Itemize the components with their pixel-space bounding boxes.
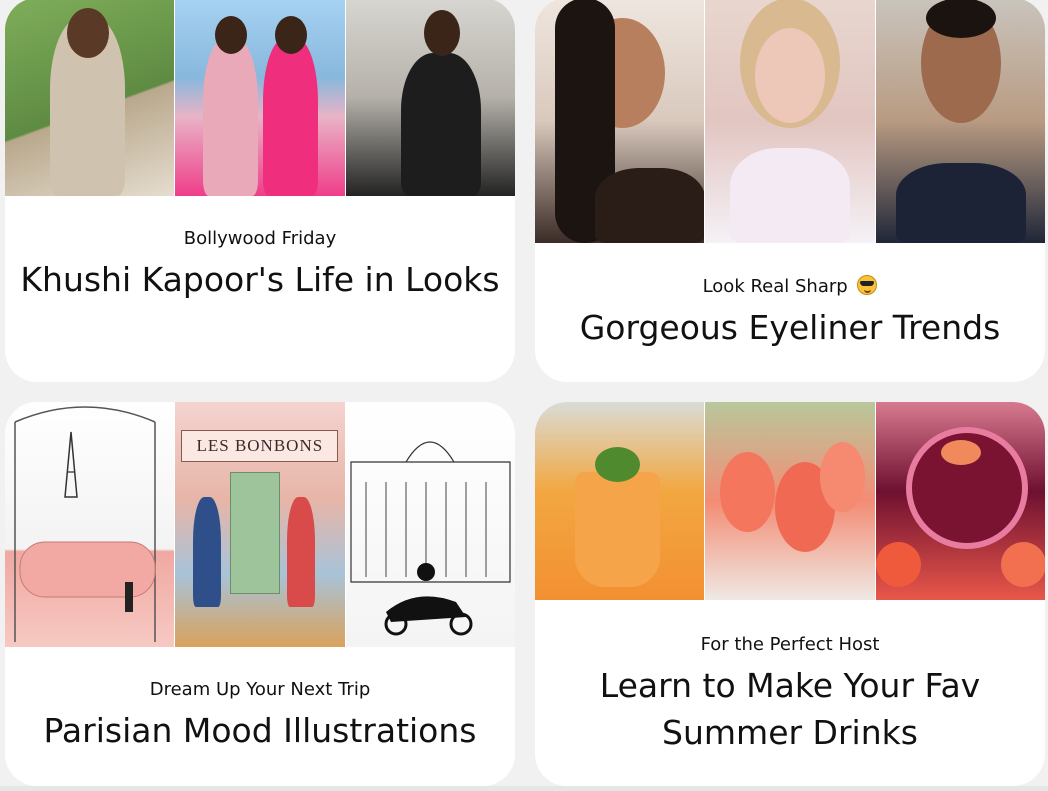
photo-outdoor-portrait (5, 0, 175, 196)
card-title[interactable]: Parisian Mood Illustrations (5, 707, 515, 754)
card-title[interactable]: Gorgeous Eyeliner Trends (535, 304, 1045, 351)
card-text: Look Real Sharp Gorgeous Eyeliner Trends (535, 275, 1045, 351)
sunglasses-emoji-icon (857, 275, 878, 295)
card-eyebrow: Bollywood Friday (183, 228, 337, 249)
card-title[interactable]: Learn to Make Your Fav Summer Drinks (535, 662, 1045, 756)
photo-blonde-portrait (705, 0, 875, 243)
card-title[interactable]: Khushi Kapoor's Life in Looks (5, 256, 515, 303)
opera-house-icon (350, 441, 511, 636)
photo-braided-portrait (535, 0, 705, 243)
illustration-bathtub-eiffel (5, 402, 175, 647)
card-eyebrow: Look Real Sharp (535, 275, 1045, 298)
pin-card-eyeliner-trends[interactable]: Look Real Sharp Gorgeous Eyeliner Trends (535, 0, 1045, 382)
card-text: Bollywood Friday Khushi Kapoor's Life in… (5, 228, 515, 303)
illustration-les-bonbons-shop: LES BONBONS (175, 402, 345, 647)
photo-sleek-bun-portrait (875, 0, 1045, 243)
illustration-opera-scooter (345, 402, 515, 647)
page-bottom-edge (0, 786, 1048, 791)
card-eyebrow-text: Look Real Sharp (702, 276, 848, 297)
image-collage (535, 0, 1045, 243)
photo-grapefruit-cocktail (875, 402, 1045, 600)
photo-black-corset (345, 0, 515, 196)
pin-card-khushi-kapoor[interactable]: Bollywood Friday Khushi Kapoor's Life in… (5, 0, 515, 382)
pin-card-summer-drinks[interactable]: For the Perfect Host Learn to Make Your … (535, 402, 1045, 786)
shop-sign: LES BONBONS (181, 430, 339, 462)
image-collage (5, 0, 515, 196)
image-collage (535, 402, 1045, 600)
photo-passionfruit-drink (535, 402, 705, 600)
card-eyebrow: For the Perfect Host (700, 634, 880, 655)
pin-card-parisian-illustrations[interactable]: LES BONBONS Dream Up Your Next Trip Pari… (5, 402, 515, 786)
card-text: Dream Up Your Next Trip Parisian Mood Il… (5, 679, 515, 754)
card-text: For the Perfect Host Learn to Make Your … (535, 634, 1045, 756)
image-collage: LES BONBONS (5, 402, 515, 647)
photo-pink-dresses (175, 0, 345, 196)
card-eyebrow: Dream Up Your Next Trip (149, 679, 371, 700)
photo-spritz-glasses (705, 402, 875, 600)
eiffel-tower-icon (14, 406, 156, 642)
